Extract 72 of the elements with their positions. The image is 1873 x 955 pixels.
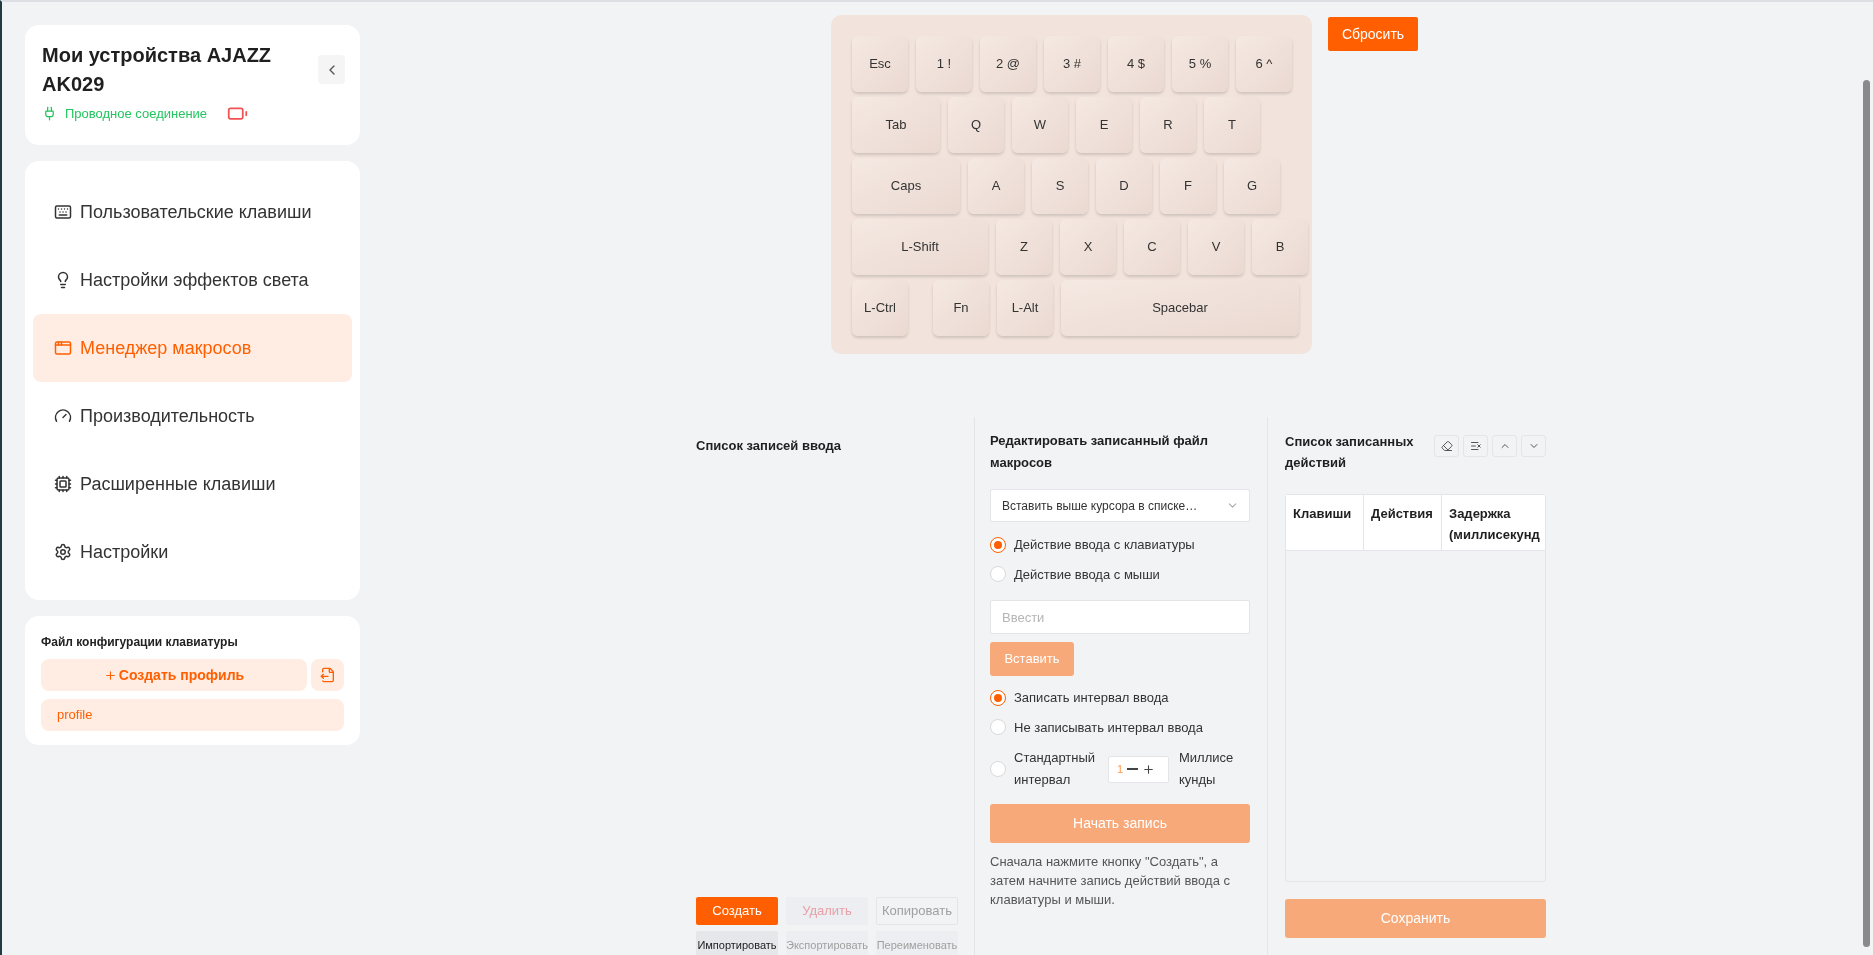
plus-icon <box>103 668 117 682</box>
keyboard-key[interactable]: A <box>968 158 1024 214</box>
gauge-icon <box>54 407 72 425</box>
keyboard-key[interactable]: 2 @ <box>980 36 1036 92</box>
clear-button[interactable] <box>1434 435 1459 457</box>
nav-item[interactable]: Настройки эффектов света <box>33 246 352 314</box>
hint-text: Сначала нажмите кнопку "Создать", а затем начните запись действий ввода с клавиатуры и мыши. <box>990 853 1231 909</box>
section-title: Редактировать записанный файл макросов <box>990 432 1210 472</box>
radio-button[interactable] <box>990 536 1006 553</box>
list-remove-icon <box>1469 440 1482 452</box>
keyboard-key[interactable]: R <box>1140 97 1196 153</box>
keyboard-key[interactable]: D <box>1096 158 1152 214</box>
settings-icon <box>54 543 72 561</box>
keyboard-key[interactable]: 3 # <box>1044 36 1100 92</box>
keyboard-key[interactable]: L-Shift <box>852 219 988 275</box>
nav-item[interactable]: Настройки <box>33 518 352 586</box>
column-header: Задержка (миллисекунд <box>1448 505 1541 544</box>
keyboard-key[interactable]: B <box>1252 219 1308 275</box>
plug-icon <box>42 106 57 121</box>
keyboard-key[interactable]: S <box>1032 158 1088 214</box>
file-export-icon <box>319 667 336 683</box>
nav-item[interactable]: Производительность <box>33 382 352 450</box>
window-icon <box>54 339 72 357</box>
keyboard-key[interactable]: Tab <box>852 97 940 153</box>
radio-label[interactable]: Действие ввода с клавиатуры <box>1014 535 1195 555</box>
keyboard-key[interactable]: Spacebar <box>1061 280 1299 336</box>
section-title: Список записей ввода <box>696 437 842 455</box>
collapse-button[interactable] <box>318 55 345 84</box>
eraser-icon <box>1440 440 1453 452</box>
keyboard-key[interactable]: V <box>1188 219 1244 275</box>
radio-label[interactable]: Стандартный интервал <box>1014 747 1100 791</box>
radio-button[interactable] <box>990 689 1006 706</box>
column-header: Клавиши <box>1286 495 1364 550</box>
nav-item[interactable]: Расширенные клавиши <box>33 450 352 518</box>
keyboard-key[interactable]: Z <box>996 219 1052 275</box>
insert-mode-select[interactable]: Вставить выше курсора в списке… <box>990 489 1250 522</box>
move-down-button[interactable] <box>1521 435 1546 457</box>
keyboard-icon <box>54 203 72 221</box>
keyboard-key[interactable]: 6 ^ <box>1236 36 1292 92</box>
nav-item[interactable]: Пользовательские клавиши <box>33 178 352 246</box>
keyboard-key[interactable]: F <box>1160 158 1216 214</box>
device-title: Мои устройства AJAZZ AK029 <box>42 43 273 97</box>
keyboard-key[interactable]: Esc <box>852 36 908 92</box>
chip-icon <box>54 475 72 493</box>
keyboard-key[interactable]: E <box>1076 97 1132 153</box>
unit-label: Миллисекунды <box>1179 749 1235 789</box>
section-title: Список записанных действий <box>1285 433 1415 472</box>
keyboard-key[interactable]: Caps <box>852 158 960 214</box>
keyboard-key[interactable]: W <box>1012 97 1068 153</box>
export-profile-button[interactable] <box>311 659 344 691</box>
keyboard-key[interactable]: 4 $ <box>1108 36 1164 92</box>
profile-title: Файл конфигурации клавиатуры <box>41 634 239 651</box>
keyboard-key[interactable]: X <box>1060 219 1116 275</box>
connection-status: Проводное соединение <box>65 104 208 123</box>
radio-label[interactable]: Записать интервал ввода <box>1014 688 1169 708</box>
keyboard-key[interactable]: C <box>1124 219 1180 275</box>
keyboard-key[interactable]: Fn <box>933 280 989 336</box>
record-action-button[interactable]: Импортировать <box>696 931 778 955</box>
input-field[interactable]: Ввести <box>990 600 1250 634</box>
keyboard-key[interactable]: G <box>1224 158 1280 214</box>
plus-icon[interactable] <box>1142 762 1156 776</box>
keyboard-key[interactable]: Q <box>948 97 1004 153</box>
delete-rows-button[interactable] <box>1463 435 1488 457</box>
radio-label[interactable]: Действие ввода с мыши <box>1014 564 1160 584</box>
minus-icon[interactable] <box>1127 768 1139 770</box>
keyboard-key[interactable]: L-Ctrl <box>852 280 908 336</box>
keyboard-key[interactable]: 5 % <box>1172 36 1228 92</box>
radio-label[interactable]: Не записывать интервал ввода <box>1014 717 1203 737</box>
column-header: Действия <box>1364 495 1442 550</box>
keyboard-key[interactable]: 1 ! <box>916 36 972 92</box>
keyboard-key[interactable]: T <box>1204 97 1260 153</box>
keyboard-key[interactable]: L-Alt <box>997 280 1053 336</box>
